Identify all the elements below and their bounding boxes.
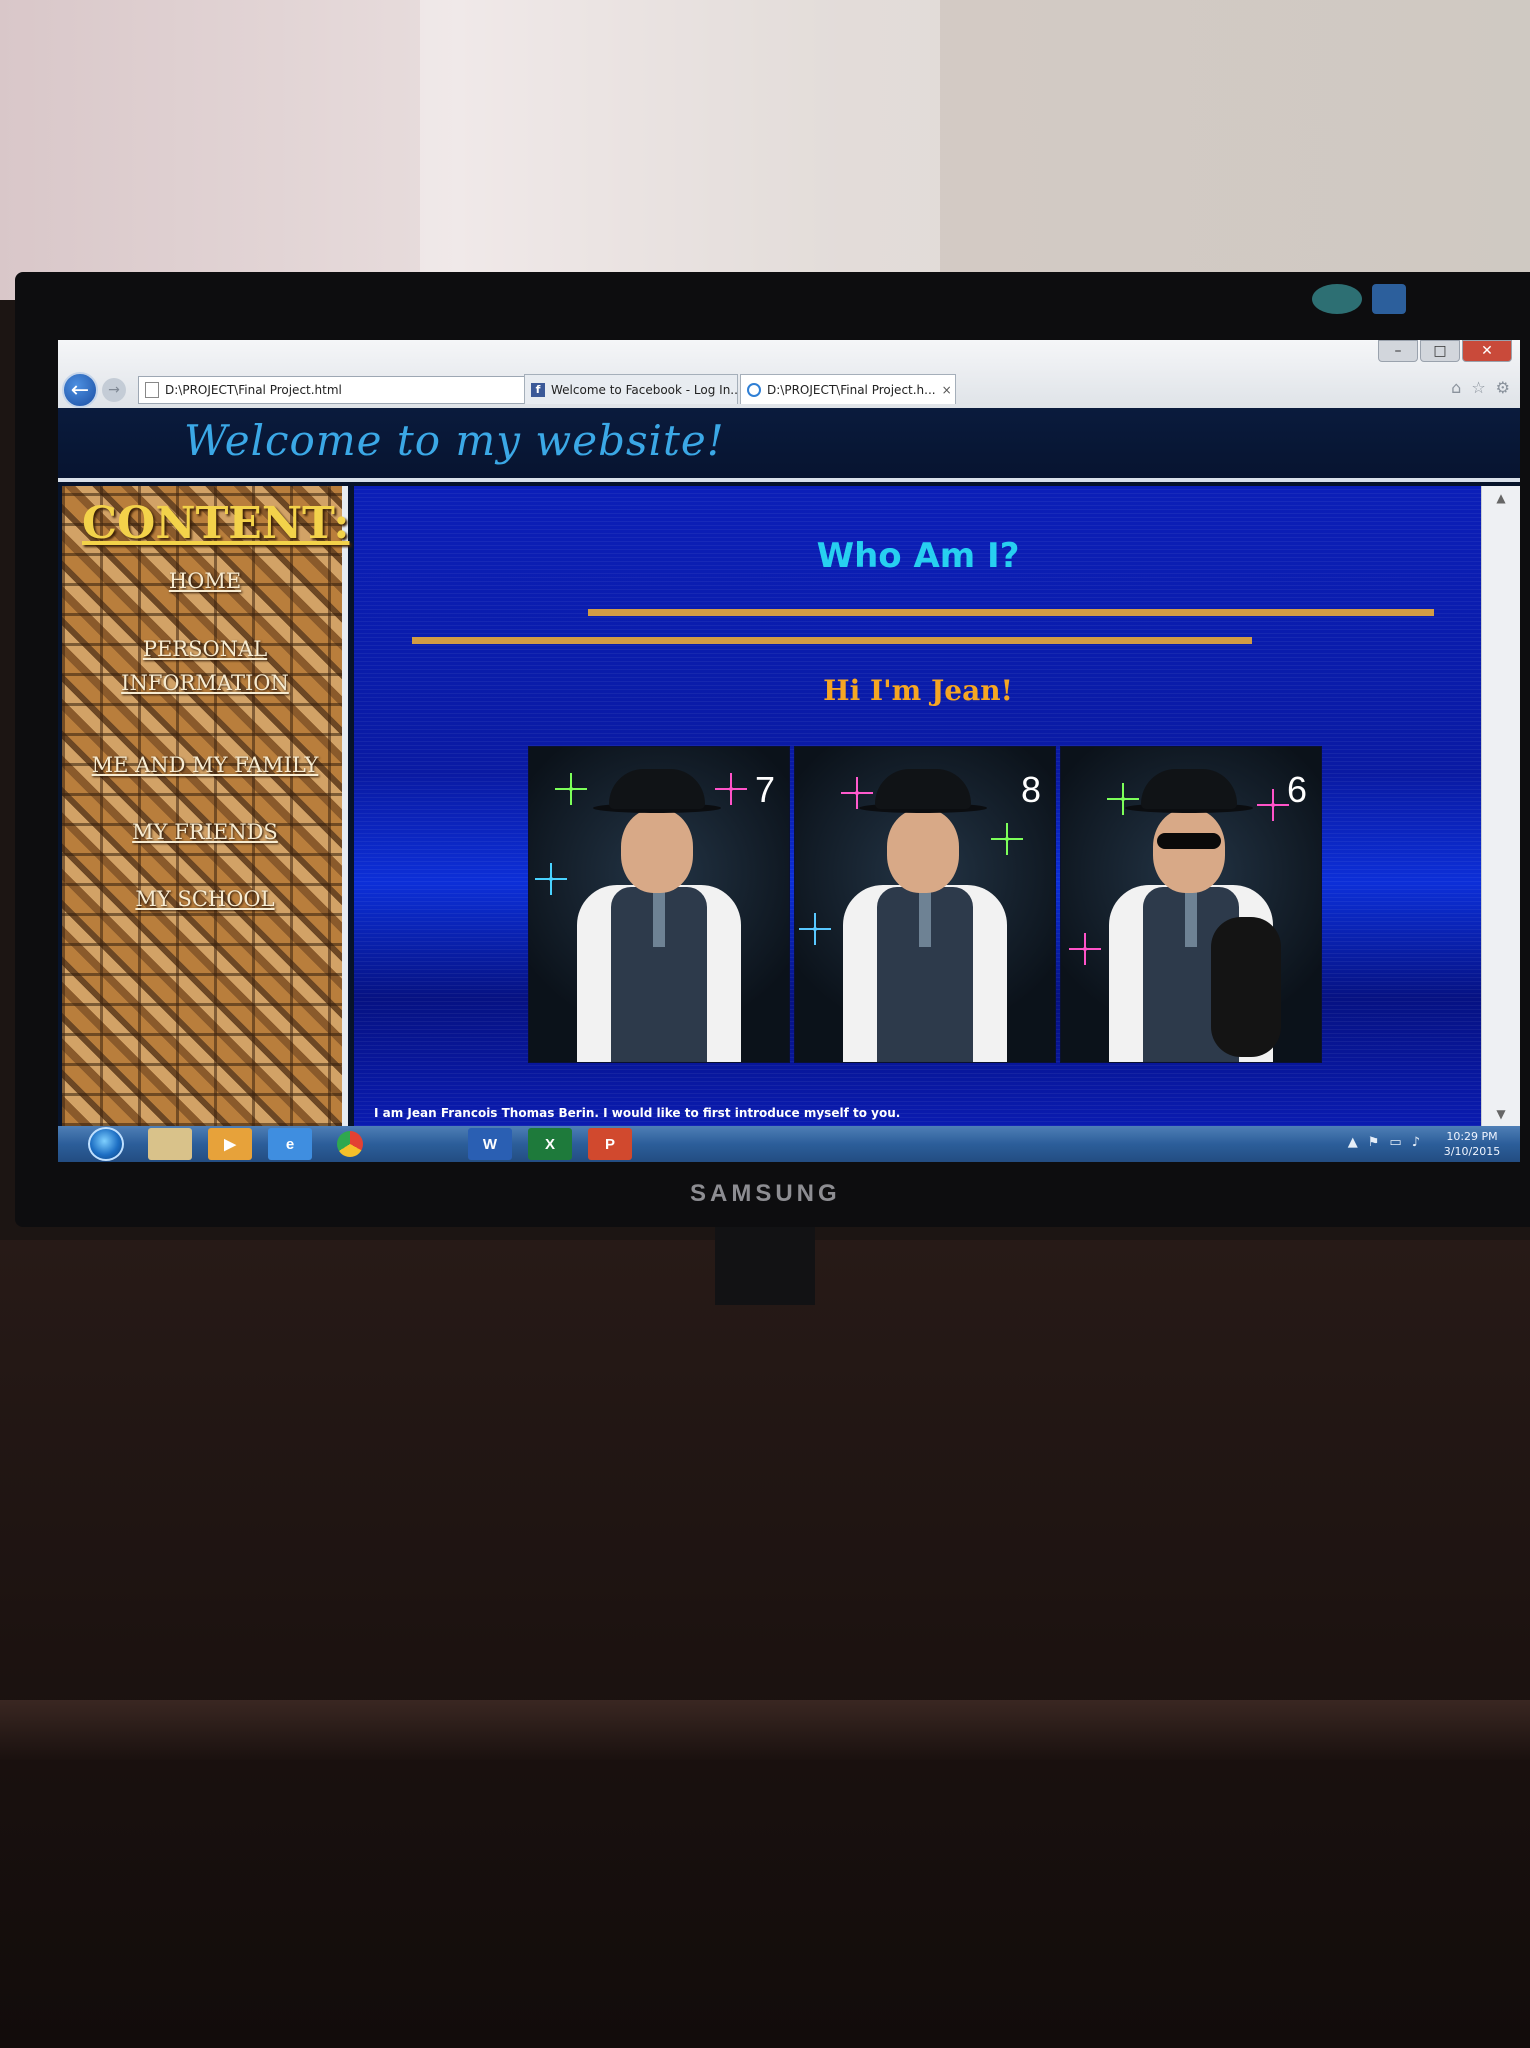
nav-link-my-school[interactable]: MY SCHOOL: [62, 882, 348, 916]
monitor-stand: [715, 1225, 815, 1305]
show-hidden-icons-icon[interactable]: ▲: [1348, 1135, 1358, 1150]
arrow-left-icon: ←: [70, 377, 90, 403]
photo-3: 6: [1060, 746, 1322, 1063]
banner-title: Welcome to my website!: [184, 416, 725, 465]
nav-link-home[interactable]: HOME: [62, 564, 348, 598]
powerpoint-taskbar-icon[interactable]: P: [588, 1128, 632, 1160]
tco-badge-icon: [1312, 284, 1362, 314]
intro-text: I am Jean Francois Thomas Berin. I would…: [374, 1106, 901, 1120]
greeting-heading: Hi I'm Jean!: [823, 674, 1013, 707]
browser-toolbar-icons: ⌂ ☆ ⚙: [1451, 378, 1510, 397]
wall-background: [0, 0, 1530, 300]
sparkle-icon: [555, 773, 587, 805]
portrait-face: [621, 809, 693, 893]
sunglasses-icon: [1157, 833, 1221, 849]
tab-label: Welcome to Facebook - Log In...: [551, 382, 738, 397]
network-icon[interactable]: ▭: [1389, 1135, 1401, 1150]
sidebar: CONTENT: HOME PERSONAL INFORMATION ME AN…: [62, 486, 350, 1126]
sparkle-icon: [799, 913, 831, 945]
clock-date: 3/10/2015: [1443, 1145, 1501, 1158]
gear-icon[interactable]: ⚙: [1496, 378, 1510, 397]
web-page: Welcome to my website! CONTENT: HOME PER…: [58, 408, 1520, 1126]
facebook-icon: f: [531, 382, 545, 397]
scroll-down-icon[interactable]: ▼: [1482, 1102, 1520, 1126]
desk-surface: [0, 1240, 1530, 2048]
excel-taskbar-icon[interactable]: X: [528, 1128, 572, 1160]
desk-edge: [0, 1700, 1530, 1760]
divider-top: [588, 609, 1434, 616]
minimize-button[interactable]: –: [1378, 340, 1418, 362]
divider-bottom: [412, 637, 1252, 644]
photo-number: 7: [754, 769, 775, 810]
explorer-taskbar-icon[interactable]: [148, 1128, 192, 1160]
curtain: [420, 0, 940, 300]
close-tab-icon[interactable]: ×: [942, 383, 952, 397]
site-banner: Welcome to my website!: [58, 408, 1520, 482]
portrait-face: [887, 809, 959, 893]
taskbar: ▶ e W X P ▲ ⚑ ▭ ♪ 10:29 PM 3/10/2015: [58, 1126, 1520, 1162]
favorites-star-icon[interactable]: ☆: [1471, 378, 1485, 397]
volume-icon[interactable]: ♪: [1412, 1135, 1420, 1150]
ie-icon: [747, 382, 761, 397]
media-player-taskbar-icon[interactable]: ▶: [208, 1128, 252, 1160]
page-icon: [145, 382, 159, 398]
vertical-scrollbar[interactable]: ▲ ▼: [1481, 486, 1520, 1126]
energy-star-badge-icon: [1372, 284, 1406, 314]
nav-link-me-and-my-family[interactable]: ME AND MY FAMILY: [62, 748, 348, 782]
tab-final-project[interactable]: D:\PROJECT\Final Project.h... ×: [740, 374, 956, 404]
address-url: D:\PROJECT\Final Project.html: [165, 383, 342, 397]
system-tray: ▲ ⚑ ▭ ♪: [1348, 1135, 1420, 1150]
portrait-hat: [875, 769, 971, 809]
sparkle-icon: [1107, 783, 1139, 815]
close-window-button[interactable]: ✕: [1462, 340, 1512, 362]
clock-time: 10:29 PM: [1446, 1130, 1498, 1143]
internet-explorer-taskbar-icon[interactable]: e: [268, 1128, 312, 1160]
monitor-brand: SAMSUNG: [690, 1180, 841, 1207]
tab-facebook[interactable]: f Welcome to Facebook - Log In...: [524, 374, 738, 404]
photo-number: 8: [1020, 769, 1041, 810]
sparkle-icon: [1257, 789, 1289, 821]
maximize-button[interactable]: □: [1420, 340, 1460, 362]
window-controls: – □ ✕: [1378, 340, 1512, 362]
sparkle-icon: [1069, 933, 1101, 965]
portrait-hat: [609, 769, 705, 809]
screen: – □ ✕ ← → D:\PROJECT\Final Project.html …: [58, 340, 1520, 1162]
portrait-tie: [919, 887, 931, 947]
system-clock[interactable]: 10:29 PM 3/10/2015: [1432, 1129, 1512, 1159]
portrait-tie: [1185, 887, 1197, 947]
chrome-icon: [337, 1131, 363, 1157]
portrait-face: [1153, 809, 1225, 893]
photo-2: 8: [794, 746, 1056, 1063]
back-button[interactable]: ←: [62, 372, 98, 408]
sparkle-icon: [715, 773, 747, 805]
main-content: Who Am I? Hi I'm Jean! 7 8 6 I am Jean F…: [354, 486, 1482, 1126]
photo-1: 7: [528, 746, 790, 1063]
nav-link-my-friends[interactable]: MY FRIENDS: [62, 815, 348, 849]
photo-strip: 7 8 6: [528, 746, 1322, 1063]
action-center-flag-icon[interactable]: ⚑: [1368, 1135, 1380, 1150]
guitar-icon: [1211, 917, 1281, 1057]
home-icon[interactable]: ⌂: [1451, 378, 1461, 397]
arrow-right-icon: →: [108, 382, 120, 398]
start-button[interactable]: [88, 1127, 124, 1161]
portrait-tie: [653, 887, 665, 947]
nav-link-personal-information[interactable]: PERSONAL INFORMATION: [62, 632, 348, 700]
browser-chrome: – □ ✕ ← → D:\PROJECT\Final Project.html …: [58, 340, 1520, 409]
sparkle-icon: [535, 863, 567, 895]
portrait-hat: [1141, 769, 1237, 809]
word-taskbar-icon[interactable]: W: [468, 1128, 512, 1160]
sparkle-icon: [841, 777, 873, 809]
sparkle-icon: [991, 823, 1023, 855]
who-am-i-heading: Who Am I?: [816, 536, 1020, 576]
tab-label: D:\PROJECT\Final Project.h...: [767, 382, 936, 397]
photo-number: 6: [1286, 769, 1307, 810]
forward-button[interactable]: →: [102, 378, 126, 402]
sidebar-heading: CONTENT:: [82, 498, 350, 549]
address-bar[interactable]: D:\PROJECT\Final Project.html ⌕ ▾ ↻: [138, 376, 578, 404]
scroll-up-icon[interactable]: ▲: [1482, 486, 1520, 510]
chrome-taskbar-icon[interactable]: [328, 1128, 372, 1160]
